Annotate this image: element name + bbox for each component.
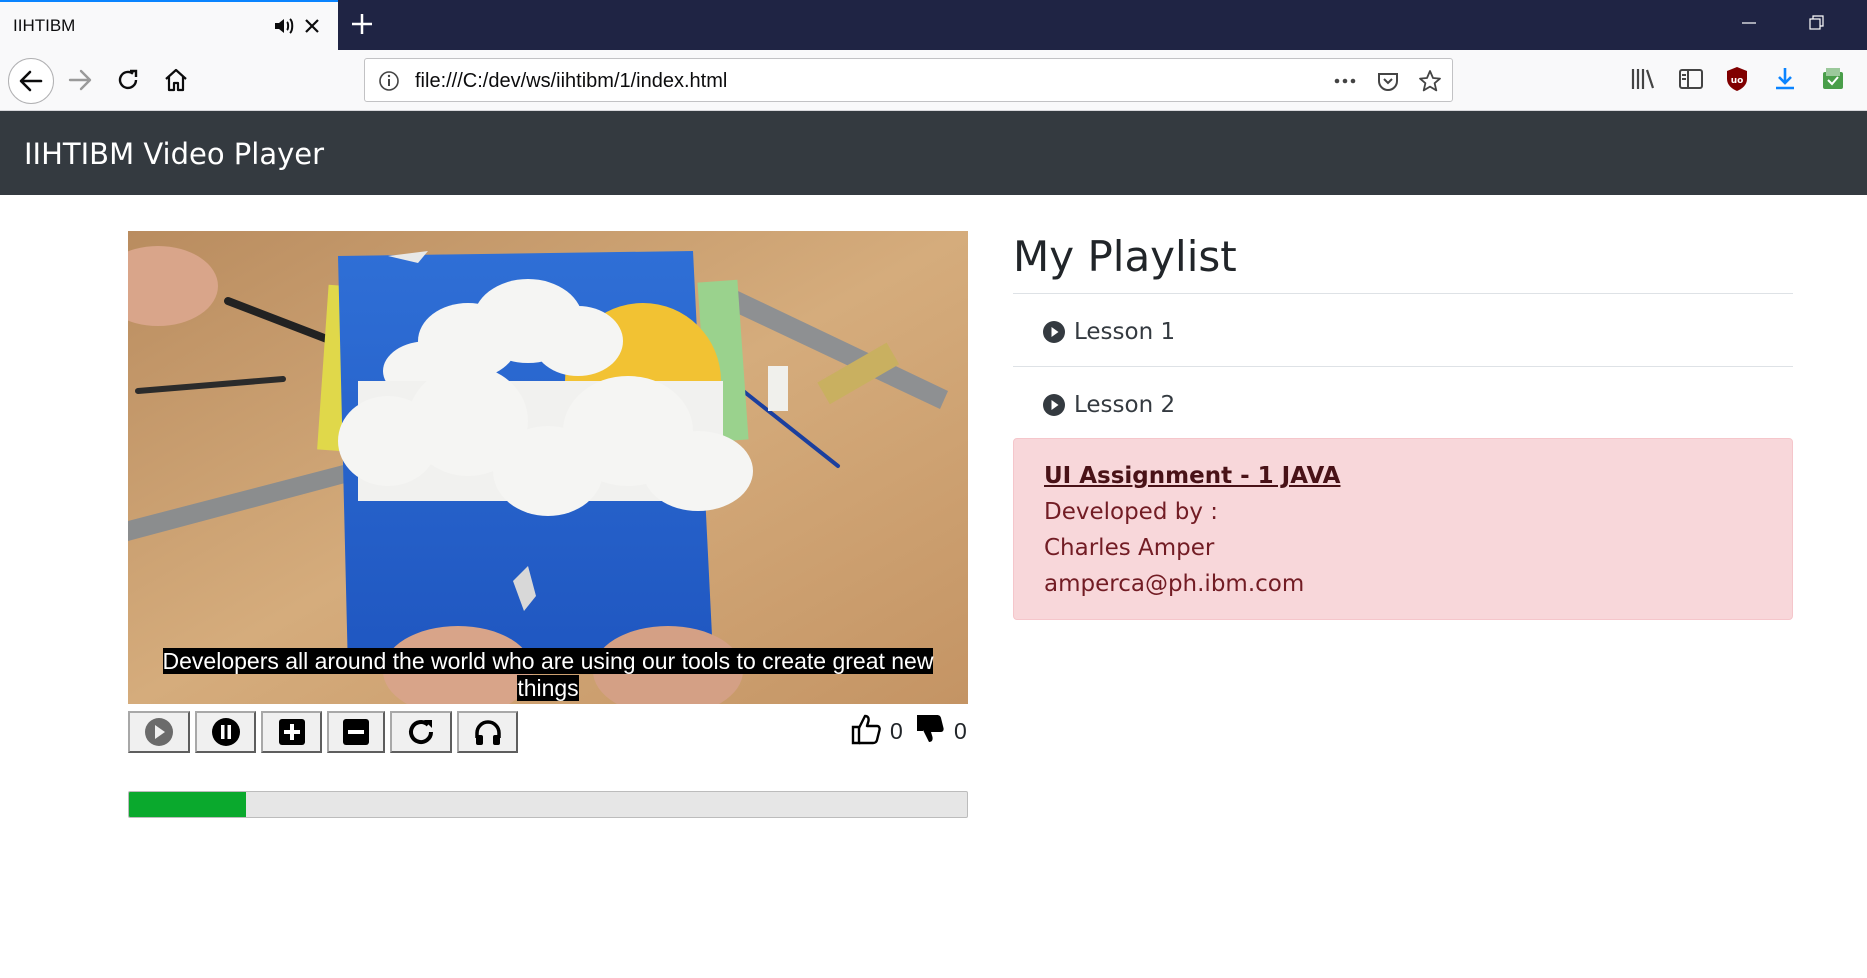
pocket-icon[interactable] [1375,68,1401,94]
reload-icon[interactable] [110,62,146,98]
minimize-icon[interactable] [1736,10,1762,36]
playlist-divider [1013,366,1793,367]
headphones-icon [474,720,501,745]
reload-button[interactable] [390,711,452,753]
developer-name: Charles Amper [1044,535,1215,561]
caption-line-1: Developers all around the world who are … [162,648,934,674]
back-arrow-icon [19,70,43,92]
progress-fill [129,792,247,817]
app-brand[interactable]: IIHTIBM Video Player [24,137,324,171]
extension-icon[interactable] [1818,64,1848,94]
assignment-link[interactable]: UI Assignment - 1 JAVA [1044,463,1340,489]
tab-title: IIHTIBM [13,16,76,35]
like-count: 0 [890,718,903,744]
new-tab-icon[interactable] [348,10,376,38]
url-text[interactable]: file:///C:/dev/ws/iihtibm/1/index.html [415,70,727,93]
speaker-icon[interactable] [272,14,296,38]
restore-icon[interactable] [1804,10,1830,36]
developer-email: amperca@ph.ibm.com [1044,571,1305,597]
video-caption: Developers all around the world who are … [128,648,968,702]
url-bar[interactable]: file:///C:/dev/ws/iihtibm/1/index.html [364,58,1453,102]
play-button[interactable] [128,711,190,753]
pause-icon [211,718,240,746]
thumbs-up-icon[interactable] [850,712,884,746]
volume-down-button[interactable] [327,711,385,753]
browser-toolbar: file:///C:/dev/ws/iihtibm/1/index.html u… [0,50,1867,111]
video-frame [128,231,968,704]
info-icon[interactable] [377,69,401,93]
play-circle-icon [1043,321,1065,343]
more-actions-icon[interactable] [1331,69,1359,93]
playlist-divider [1013,293,1793,294]
forward-arrow-icon[interactable] [62,62,98,98]
developer-info-alert: UI Assignment - 1 JAVA Developed by : Ch… [1013,438,1793,620]
thumbs-down-icon[interactable] [914,712,948,746]
reload-icon [409,720,434,745]
minus-icon [343,719,369,745]
video-player[interactable] [128,231,968,704]
home-icon[interactable] [158,62,194,98]
pause-button[interactable] [195,711,256,753]
plus-icon [278,719,305,745]
caption-line-2: things [517,675,579,701]
playlist-item-label: Lesson 1 [1074,319,1176,345]
playlist-title: My Playlist [1013,232,1237,281]
play-icon [145,718,173,746]
developed-by-label: Developed by : [1044,499,1219,525]
volume-up-button[interactable] [261,711,322,753]
close-tab-icon[interactable] [300,14,324,38]
browser-tab-bar: IIHTIBM [0,0,1867,50]
bookmark-star-icon[interactable] [1417,68,1443,94]
download-icon[interactable] [1770,64,1800,94]
library-icon[interactable] [1628,64,1658,94]
app-header: IIHTIBM Video Player [0,111,1867,195]
browser-tab[interactable]: IIHTIBM [0,0,338,50]
dislike-count: 0 [954,718,967,744]
play-circle-icon [1043,394,1065,416]
ublock-shield-icon[interactable]: uo [1722,64,1752,94]
svg-text:uo: uo [1731,76,1744,86]
sidebar-icon[interactable] [1676,64,1706,94]
playlist-item-label: Lesson 2 [1074,392,1176,418]
video-progress-bar[interactable] [128,791,968,818]
back-button[interactable] [8,58,54,104]
audio-button[interactable] [457,711,518,753]
